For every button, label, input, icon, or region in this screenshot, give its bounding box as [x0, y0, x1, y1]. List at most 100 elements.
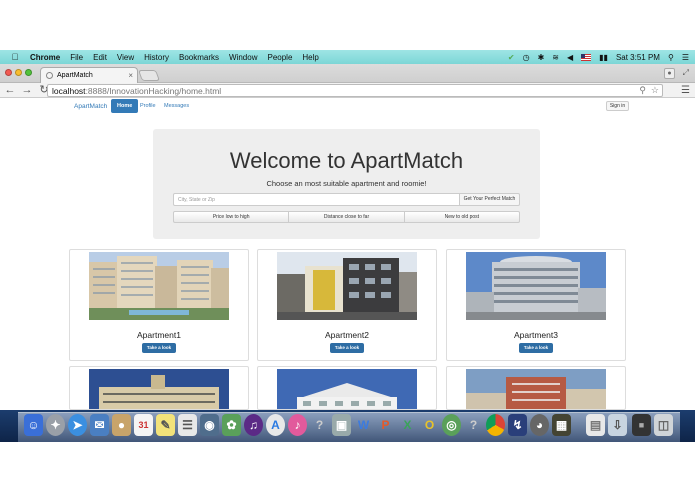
- sort-button-group: Price low to high Distance close to far …: [173, 211, 520, 223]
- location-search-input[interactable]: [173, 193, 460, 206]
- minimize-window-icon[interactable]: [15, 69, 22, 76]
- apartment-photo[interactable]: [89, 369, 229, 409]
- finder-icon[interactable]: ☺: [24, 414, 43, 436]
- notes-icon[interactable]: ✎: [156, 414, 175, 436]
- apartment-card: [257, 366, 437, 410]
- launchpad-icon[interactable]: ✦: [46, 414, 65, 436]
- powerpoint-icon[interactable]: P: [376, 414, 395, 436]
- fullscreen-icon[interactable]: ⤢: [683, 68, 689, 78]
- menu-app-name[interactable]: Chrome: [30, 53, 60, 62]
- facetime-icon[interactable]: ◉: [200, 414, 219, 436]
- status-area: ✔ ◷ ✱ ≋ ◀ ▮▮ Sat 3:51 PM ⚲ ☰: [508, 50, 689, 64]
- bluetooth-icon[interactable]: ✱: [538, 53, 545, 62]
- zoom-window-icon[interactable]: [25, 69, 32, 76]
- apple-icon[interactable]: : [8, 52, 22, 62]
- contacts-icon[interactable]: ●: [112, 414, 131, 436]
- forward-icon[interactable]: →: [20, 84, 34, 96]
- word-icon[interactable]: W: [354, 414, 373, 436]
- take-a-look-button[interactable]: Take a look: [142, 343, 176, 353]
- address-bar[interactable]: localhost :8888/InnovationHacking/home.h…: [47, 84, 663, 97]
- menu-view[interactable]: View: [117, 53, 134, 62]
- sort-date-button[interactable]: New to old post: [404, 211, 520, 223]
- trash-icon[interactable]: ◫: [654, 414, 673, 436]
- itunes-icon[interactable]: ♪: [288, 414, 307, 436]
- browser-tab[interactable]: ApartMatch ×: [40, 67, 138, 83]
- user-icon[interactable]: ●: [664, 68, 675, 79]
- url-host: localhost: [52, 85, 86, 96]
- apartment-name: Apartment3: [514, 330, 558, 340]
- apartment-photo[interactable]: [466, 369, 606, 409]
- sort-distance-button[interactable]: Distance close to far: [289, 211, 405, 223]
- spotlight-icon[interactable]: ⚲: [668, 53, 674, 62]
- menu-people[interactable]: People: [267, 53, 292, 62]
- site-navbar: ApartMatch Home Profile Messages Sign in: [0, 98, 695, 116]
- textedit-icon[interactable]: ▦: [552, 414, 571, 436]
- chrome-menu-icon[interactable]: ☰: [681, 85, 690, 96]
- globe-icon: [46, 72, 53, 79]
- url-path: :8888/InnovationHacking/home.html: [85, 85, 222, 96]
- excel-icon[interactable]: X: [398, 414, 417, 436]
- tab-title: ApartMatch: [57, 72, 93, 79]
- menu-history[interactable]: History: [144, 53, 169, 62]
- sign-in-button[interactable]: Sign in: [606, 101, 629, 111]
- apartment-photo[interactable]: [89, 252, 229, 320]
- nav-messages[interactable]: Messages: [158, 99, 195, 113]
- help-icon[interactable]: ?: [310, 414, 329, 436]
- perfect-match-button[interactable]: Get Your Perfect Match: [460, 193, 520, 206]
- close-window-icon[interactable]: [5, 69, 12, 76]
- wifi-icon[interactable]: ≋: [552, 53, 559, 62]
- apartment-card: Apartment2 Take a look: [257, 249, 437, 361]
- photos-icon[interactable]: ✿: [222, 414, 241, 436]
- apartment-photo[interactable]: [466, 252, 606, 320]
- bookmark-star-icon[interactable]: ☆: [651, 85, 659, 96]
- take-a-look-button[interactable]: Take a look: [330, 343, 364, 353]
- menu-window[interactable]: Window: [229, 53, 257, 62]
- apartment-photo[interactable]: [277, 252, 417, 320]
- apartment-photo[interactable]: [277, 369, 417, 409]
- menu-help[interactable]: Help: [302, 53, 318, 62]
- terminal-app-icon[interactable]: ↯: [508, 414, 527, 436]
- screen:  Chrome File Edit View History Bookmark…: [0, 0, 695, 494]
- menu-edit[interactable]: Edit: [93, 53, 107, 62]
- itunes-radio-icon[interactable]: ♫: [244, 414, 263, 436]
- chrome-icon[interactable]: [486, 414, 505, 436]
- flag-icon[interactable]: [581, 53, 592, 61]
- clock[interactable]: Sat 3:51 PM: [616, 53, 660, 62]
- safari-icon[interactable]: ➤: [68, 414, 87, 436]
- site-brand[interactable]: ApartMatch: [74, 103, 107, 110]
- outlook-icon[interactable]: O: [420, 414, 439, 436]
- hero-title: Welcome to ApartMatch: [229, 148, 464, 173]
- globe-app-icon[interactable]: ◎: [442, 414, 461, 436]
- back-icon[interactable]: ←: [3, 84, 17, 96]
- document-icon[interactable]: ▤: [586, 414, 605, 436]
- eclipse-icon[interactable]: ◕: [530, 414, 549, 436]
- apartment-name: Apartment1: [137, 330, 181, 340]
- blank-area: [0, 442, 695, 494]
- unknown-app-icon[interactable]: ?: [464, 414, 483, 436]
- apartment-card: Apartment1 Take a look: [69, 249, 249, 361]
- menu-file[interactable]: File: [70, 53, 83, 62]
- apartment-card: Apartment3 Take a look: [446, 249, 626, 361]
- take-a-look-button[interactable]: Take a look: [519, 343, 553, 353]
- downloads-icon[interactable]: ⇩: [608, 414, 627, 436]
- volume-icon[interactable]: ◀: [567, 53, 573, 62]
- close-tab-icon[interactable]: ×: [128, 71, 133, 80]
- menu-bookmarks[interactable]: Bookmarks: [179, 53, 219, 62]
- checkmark-icon[interactable]: ✔: [508, 53, 515, 62]
- mail-icon[interactable]: ✉: [90, 414, 109, 436]
- reminders-icon[interactable]: ☰: [178, 414, 197, 436]
- folder-icon[interactable]: ■: [632, 414, 651, 436]
- search-icon[interactable]: ⚲: [639, 85, 646, 96]
- battery-icon[interactable]: ▮▮: [599, 53, 608, 62]
- notification-icon[interactable]: ☰: [682, 53, 689, 62]
- new-tab-button[interactable]: [137, 70, 161, 81]
- preview-icon[interactable]: ▣: [332, 414, 351, 436]
- tab-strip: ApartMatch × ● ⤢: [0, 64, 695, 83]
- sort-price-button[interactable]: Price low to high: [173, 211, 290, 223]
- calendar-icon[interactable]: 31: [134, 414, 153, 436]
- time-machine-icon[interactable]: ◷: [523, 53, 530, 62]
- window-controls: [5, 69, 32, 76]
- app-store-icon[interactable]: A: [266, 414, 285, 436]
- apartment-card: [69, 366, 249, 410]
- apartment-name: Apartment2: [325, 330, 369, 340]
